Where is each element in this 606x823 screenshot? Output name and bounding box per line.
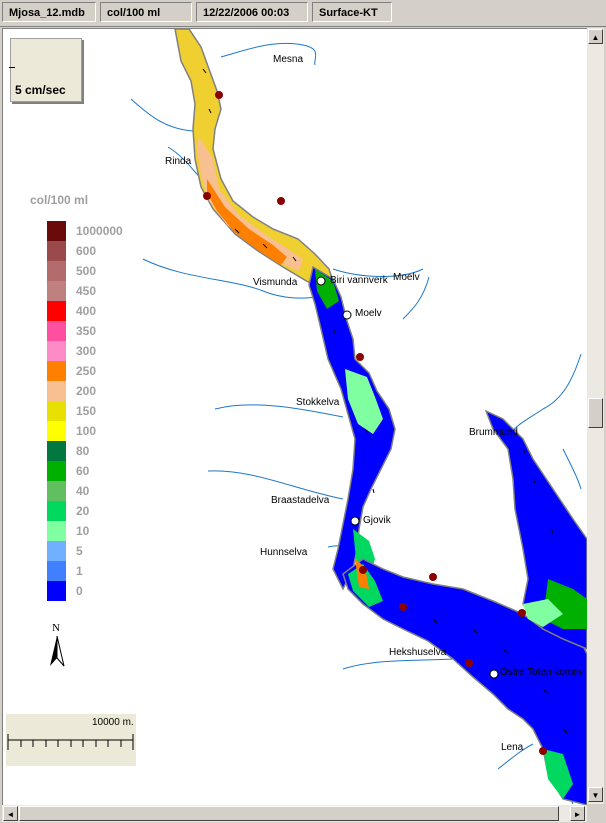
legend-title: col/100 ml [30,193,89,207]
legend-swatch [47,281,66,301]
velocity-scale-label: 5 cm/sec [15,83,66,97]
legend-swatch [47,561,66,581]
legend-label: 10 [76,524,90,538]
legend-label: 60 [76,464,90,478]
legend-swatch [47,461,66,481]
label-ostre-toten: Ostre Toten komm [500,667,582,678]
north-label: N [52,622,60,634]
legend-label: 200 [76,384,97,398]
legend-swatch [47,241,66,261]
vertical-scrollbar[interactable]: ▲ ▼ [587,28,604,804]
scroll-down-button[interactable]: ▼ [588,787,603,802]
legend-swatch [47,481,66,501]
legend-label: 100 [76,424,97,438]
scroll-up-button[interactable]: ▲ [588,29,603,44]
legend-label: 1000000 [76,224,123,238]
legend-swatch [47,301,66,321]
legend-swatch [47,361,66,381]
layer-panel: Surface-KT [312,2,392,22]
label-gjovik: Gjovik [363,515,391,526]
legend-label: 1 [76,564,83,578]
legend-swatch [47,401,66,421]
legend-label: 40 [76,484,90,498]
north-arrow-icon: N [50,622,65,667]
datetime-panel: 12/22/2006 00:03 [196,2,308,22]
velocity-arrow-icon [9,67,15,68]
vertical-scroll-thumb[interactable] [588,398,603,428]
label-stokkelva: Stokkelva [296,397,340,408]
middle-lake [308,265,396,591]
legend-swatch [47,541,66,561]
legend-label: 300 [76,344,97,358]
legend-swatch [47,441,66,461]
file-name-panel: Mjosa_12.mdb [2,2,96,22]
legend-swatch [47,521,66,541]
legend-label: 400 [76,304,97,318]
label-vismunda: Vismunda [253,277,298,288]
legend-label: 80 [76,444,90,458]
label-brummund: Brummund [469,427,518,438]
label-mesna: Mesna [273,54,304,65]
label-moelv-town: Moelv [355,308,382,319]
legend-label: 350 [76,324,97,338]
legend-swatch [47,581,66,601]
legend-label: 450 [76,284,97,298]
velocity-scale-box: 5 cm/sec [9,38,82,102]
legend-swatch [47,501,66,521]
label-hekshuselva: Hekshuselva [389,647,447,658]
units-panel: col/100 ml [100,2,192,22]
label-braastadelva: Braastadelva [271,495,330,506]
legend-swatch [47,421,66,441]
legend-label: 5 [76,544,83,558]
legend-label: 0 [76,584,83,598]
scale-bar: 10000 m. [6,714,136,766]
legend-label: 250 [76,364,97,378]
legend-label: 600 [76,244,97,258]
scale-bar-ruler [7,734,134,750]
legend-label: 500 [76,264,97,278]
legend-swatch [47,221,66,241]
horizontal-scroll-thumb[interactable] [19,806,559,821]
horizontal-scrollbar[interactable]: ◄ ► [2,805,587,822]
label-biri-vannverk: Biri vannverk [330,275,388,286]
label-lena: Lena [501,742,524,753]
legend-label: 150 [76,404,97,418]
status-bar: Mjosa_12.mdb col/100 ml 12/22/2006 00:03… [0,0,606,27]
label-moelv-river: Moelv [393,272,420,283]
scroll-left-button[interactable]: ◄ [3,806,18,821]
label-hunnselva: Hunnselva [260,547,308,558]
label-rinda: Rinda [165,156,192,167]
legend-swatch [47,381,66,401]
legend-label: 20 [76,504,90,518]
scroll-right-button[interactable]: ► [570,806,585,821]
legend-swatch [47,341,66,361]
legend-swatch [47,261,66,281]
legend-swatch [47,321,66,341]
